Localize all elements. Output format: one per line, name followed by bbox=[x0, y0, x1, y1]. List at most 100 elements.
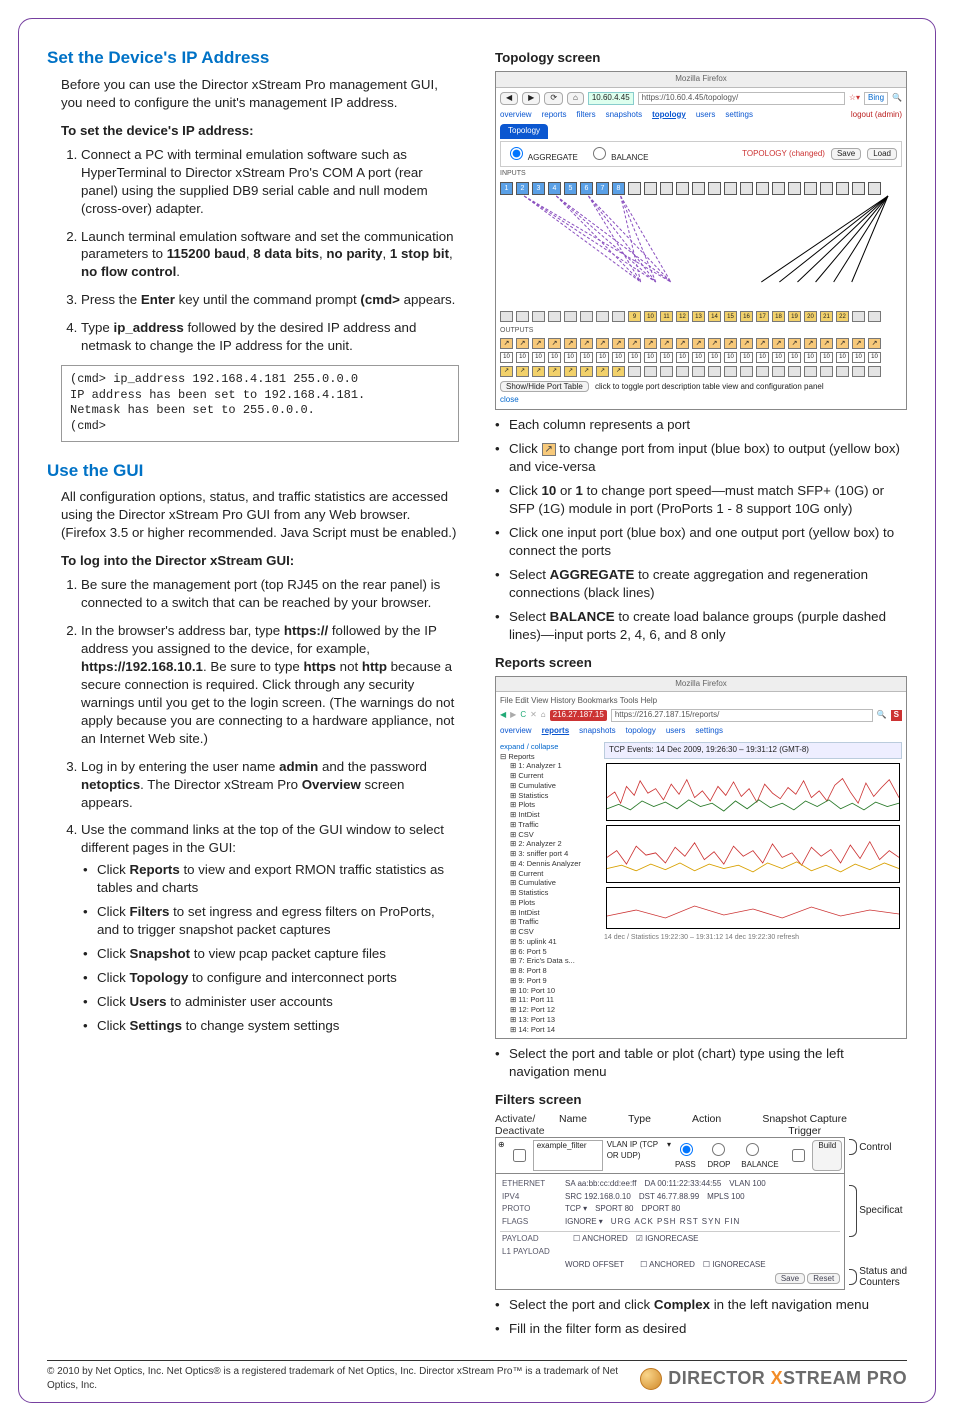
output-speed-21[interactable]: 10 bbox=[820, 352, 833, 363]
output-toggle-23[interactable]: ↗ bbox=[852, 338, 865, 349]
drop-port-18[interactable]: 18 bbox=[772, 311, 785, 322]
output-toggle-12[interactable]: ↗ bbox=[676, 338, 689, 349]
output-toggle-11[interactable]: ↗ bbox=[660, 338, 673, 349]
tree-node[interactable]: ⊞ Traffic bbox=[500, 820, 600, 830]
output-speed-4[interactable]: 10 bbox=[548, 352, 561, 363]
tree-node[interactable]: ⊞ 1: Analyzer 1 bbox=[500, 761, 600, 771]
tab-reports[interactable]: reports bbox=[542, 726, 570, 737]
home-icon[interactable]: ⌂ bbox=[541, 710, 546, 721]
tree-node[interactable]: ⊞ Statistics bbox=[500, 791, 600, 801]
drop-port-15[interactable]: 15 bbox=[724, 311, 737, 322]
drop-port-7[interactable] bbox=[596, 311, 609, 322]
back-icon[interactable]: ◀ bbox=[500, 92, 518, 105]
drop-port-14[interactable]: 14 bbox=[708, 311, 721, 322]
tree-node[interactable]: ⊞ 4: Dennis Analyzer bbox=[500, 859, 600, 869]
tree-node[interactable]: ⊞ Traffic bbox=[500, 917, 600, 927]
filter-reset-button[interactable]: Reset bbox=[807, 1273, 840, 1284]
output-speed-2[interactable]: 10 bbox=[516, 352, 529, 363]
tree-node[interactable]: ⊞ 3: sniffer port 4 bbox=[500, 849, 600, 859]
tab-filters[interactable]: filters bbox=[576, 110, 595, 121]
tree-node[interactable]: ⊞ CSV bbox=[500, 830, 600, 840]
output-port-8[interactable]: ↗ bbox=[612, 366, 625, 377]
output-speed-6[interactable]: 10 bbox=[580, 352, 593, 363]
output-toggle-22[interactable]: ↗ bbox=[836, 338, 849, 349]
output-toggle-7[interactable]: ↗ bbox=[596, 338, 609, 349]
back-icon[interactable]: ◀ bbox=[500, 710, 506, 721]
output-speed-9[interactable]: 10 bbox=[628, 352, 641, 363]
tree-node[interactable]: ⊞ 13: Port 13 bbox=[500, 1015, 600, 1025]
drop-port-10[interactable]: 10 bbox=[644, 311, 657, 322]
filter-save-button[interactable]: Save bbox=[775, 1273, 805, 1284]
output-speed-23[interactable]: 10 bbox=[852, 352, 865, 363]
output-speed-3[interactable]: 10 bbox=[532, 352, 545, 363]
drop-port-17[interactable]: 17 bbox=[756, 311, 769, 322]
output-toggle-24[interactable]: ↗ bbox=[868, 338, 881, 349]
address-bar[interactable]: https://216.27.187.15/reports/ bbox=[611, 709, 873, 722]
tree-node[interactable]: ⊞ 12: Port 12 bbox=[500, 1005, 600, 1015]
show-hide-port-table-button[interactable]: Show/Hide Port Table bbox=[500, 381, 589, 392]
load-button[interactable]: Load bbox=[867, 148, 897, 161]
output-speed-7[interactable]: 10 bbox=[596, 352, 609, 363]
output-speed-20[interactable]: 10 bbox=[804, 352, 817, 363]
tab-topology[interactable]: topology bbox=[626, 726, 656, 737]
tree-node[interactable]: ⊞ 5: uplink 41 bbox=[500, 937, 600, 947]
output-port-4[interactable]: ↗ bbox=[548, 366, 561, 377]
tree-node[interactable]: ⊞ Plots bbox=[500, 898, 600, 908]
output-speed-22[interactable]: 10 bbox=[836, 352, 849, 363]
tab-snapshots[interactable]: snapshots bbox=[606, 110, 642, 121]
drop-port-16[interactable]: 16 bbox=[740, 311, 753, 322]
close-link[interactable]: close bbox=[500, 395, 902, 406]
tree-node[interactable]: ⊞ 8: Port 8 bbox=[500, 966, 600, 976]
output-toggle-10[interactable]: ↗ bbox=[644, 338, 657, 349]
output-port-22[interactable] bbox=[836, 366, 849, 377]
output-toggle-5[interactable]: ↗ bbox=[564, 338, 577, 349]
action-drop-radio[interactable] bbox=[712, 1143, 725, 1156]
drop-port-21[interactable]: 21 bbox=[820, 311, 833, 322]
drop-port-4[interactable] bbox=[548, 311, 561, 322]
output-port-6[interactable]: ↗ bbox=[580, 366, 593, 377]
drop-port-24[interactable] bbox=[868, 311, 881, 322]
address-bar[interactable]: https://10.60.4.45/topology/ bbox=[638, 92, 845, 105]
output-toggle-17[interactable]: ↗ bbox=[756, 338, 769, 349]
stop-icon[interactable]: ✕ bbox=[530, 710, 537, 721]
output-speed-13[interactable]: 10 bbox=[692, 352, 705, 363]
drop-port-9[interactable]: 9 bbox=[628, 311, 641, 322]
action-balance-radio[interactable] bbox=[746, 1143, 759, 1156]
output-toggle-20[interactable]: ↗ bbox=[804, 338, 817, 349]
tree-node[interactable]: ⊞ 6: Port 5 bbox=[500, 947, 600, 957]
logout-link[interactable]: logout (admin) bbox=[851, 110, 902, 121]
filter-enable-checkbox[interactable] bbox=[513, 1143, 526, 1168]
output-port-21[interactable] bbox=[820, 366, 833, 377]
output-port-9[interactable] bbox=[628, 366, 641, 377]
drop-port-20[interactable]: 20 bbox=[804, 311, 817, 322]
snapshot-checkbox[interactable] bbox=[792, 1143, 805, 1168]
output-toggle-18[interactable]: ↗ bbox=[772, 338, 785, 349]
output-speed-15[interactable]: 10 bbox=[724, 352, 737, 363]
tree-node[interactable]: ⊞ IntDist bbox=[500, 908, 600, 918]
output-toggle-8[interactable]: ↗ bbox=[612, 338, 625, 349]
tree-node[interactable]: ⊞ Plots bbox=[500, 800, 600, 810]
search-icon[interactable]: 🔍 bbox=[877, 710, 887, 721]
drop-port-19[interactable]: 19 bbox=[788, 311, 801, 322]
tree-node[interactable]: ⊞ 2: Analyzer 2 bbox=[500, 839, 600, 849]
output-speed-10[interactable]: 10 bbox=[644, 352, 657, 363]
save-button[interactable]: Save bbox=[831, 148, 861, 161]
aggregate-radio[interactable] bbox=[510, 147, 523, 160]
drop-port-2[interactable] bbox=[516, 311, 529, 322]
tab-users[interactable]: users bbox=[666, 726, 686, 737]
output-port-1[interactable]: ↗ bbox=[500, 366, 513, 377]
build-button[interactable]: Build bbox=[812, 1140, 842, 1171]
output-port-10[interactable] bbox=[644, 366, 657, 377]
tree-node[interactable]: ⊞ Statistics bbox=[500, 888, 600, 898]
output-speed-5[interactable]: 10 bbox=[564, 352, 577, 363]
output-speed-8[interactable]: 10 bbox=[612, 352, 625, 363]
tab-settings[interactable]: settings bbox=[725, 110, 753, 121]
output-port-5[interactable]: ↗ bbox=[564, 366, 577, 377]
drop-port-22[interactable]: 22 bbox=[836, 311, 849, 322]
output-toggle-16[interactable]: ↗ bbox=[740, 338, 753, 349]
output-toggle-13[interactable]: ↗ bbox=[692, 338, 705, 349]
output-toggle-3[interactable]: ↗ bbox=[532, 338, 545, 349]
output-port-24[interactable] bbox=[868, 366, 881, 377]
tab-users[interactable]: users bbox=[696, 110, 716, 121]
output-speed-16[interactable]: 10 bbox=[740, 352, 753, 363]
